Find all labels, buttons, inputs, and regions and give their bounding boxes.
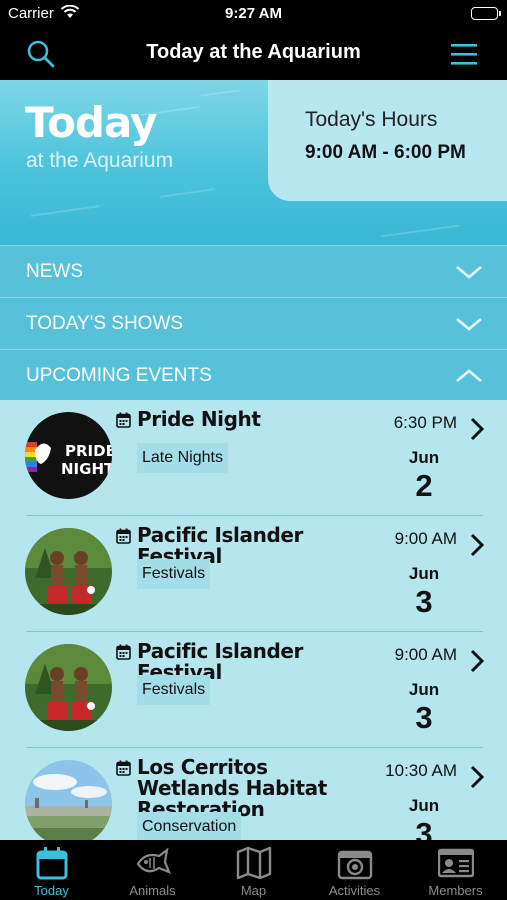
tab-label: Animals <box>129 883 176 898</box>
tab-animals[interactable]: Animals <box>102 840 203 900</box>
event-month: Jun <box>408 680 440 699</box>
event-day: 2 <box>415 468 433 503</box>
tab-members[interactable]: Members <box>405 840 506 900</box>
tab-activities[interactable]: Activities <box>304 840 405 900</box>
chevron-down-icon <box>455 262 483 282</box>
tab-map[interactable]: Map <box>203 840 304 900</box>
event-row[interactable]: Pacific Islander Festival Festivals 9:00… <box>0 632 507 748</box>
event-row[interactable]: Los Cerritos Wetlands Habitat Restoratio… <box>0 748 507 840</box>
event-time: 6:30 PM <box>393 413 457 432</box>
calendar-icon <box>116 644 131 660</box>
accordion-label: UPCOMING EVENTS <box>26 365 212 386</box>
chevron-right-icon <box>469 416 485 442</box>
event-day: 3 <box>415 816 433 840</box>
calendar-icon <box>36 847 68 880</box>
chevron-down-icon <box>455 314 483 334</box>
map-icon <box>236 846 272 880</box>
chevron-right-icon <box>469 764 485 790</box>
status-bar: Carrier 9:27 AM <box>0 0 507 28</box>
event-time: 9:00 AM <box>394 529 457 548</box>
menu-icon[interactable] <box>449 42 479 66</box>
tab-today[interactable]: Today <box>1 840 102 900</box>
event-name: Los Cerritos Wetlands Habitat Restoratio… <box>137 755 327 821</box>
calendar-icon <box>116 412 131 428</box>
event-name: Pride Night <box>137 407 261 431</box>
hero-title: Today <box>25 98 157 147</box>
page-title: Today at the Aquarium <box>146 41 361 63</box>
event-day: 3 <box>415 584 433 619</box>
nav-bar: Today at the Aquarium <box>0 28 507 80</box>
hero-subtitle: at the Aquarium <box>26 149 174 172</box>
hours-value: 9:00 AM - 6:00 PM <box>305 142 466 163</box>
accordion-news[interactable]: NEWS <box>0 245 507 297</box>
event-month: Jun <box>408 796 440 815</box>
event-thumbnail <box>25 760 112 840</box>
tab-label: Map <box>240 883 267 898</box>
event-time: 10:30 AM <box>385 761 457 780</box>
tab-bar: Today Animals Map Activities Members <box>0 840 507 900</box>
event-category: Festivals <box>137 675 211 705</box>
chevron-up-icon <box>455 366 483 386</box>
event-category: Conservation <box>137 812 242 840</box>
chevron-right-icon <box>469 648 485 674</box>
event-time: 9:00 AM <box>394 645 457 664</box>
chevron-right-icon <box>469 532 485 558</box>
fish-icon <box>136 847 171 874</box>
thumb-text-night: NIGHT <box>61 460 112 478</box>
accordion-upcoming-events[interactable]: UPCOMING EVENTS <box>0 349 507 400</box>
battery-icon <box>471 7 501 20</box>
tab-label: Activities <box>328 883 381 898</box>
event-row[interactable]: Pacific Islander Festival Festivals 9:00… <box>0 516 507 632</box>
hero-banner: Today at the Aquarium Today's Hours 9:00… <box>0 80 507 245</box>
accordion-label: NEWS <box>26 261 83 282</box>
hours-card: Today's Hours 9:00 AM - 6:00 PM <box>268 80 507 201</box>
accordion-todays-shows[interactable]: TODAY'S SHOWS <box>0 297 507 349</box>
event-category: Late Nights <box>137 443 228 473</box>
event-category: Festivals <box>137 559 211 589</box>
events-list: PRIDE NIGHT Pride Night Late Nights 6:30… <box>0 400 507 840</box>
event-day: 3 <box>415 700 433 735</box>
event-thumbnail: PRIDE NIGHT <box>25 412 112 499</box>
thumb-text-pride: PRIDE <box>65 442 112 460</box>
event-thumbnail <box>25 644 112 731</box>
accordion-label: TODAY'S SHOWS <box>26 313 184 334</box>
tab-label: Members <box>428 883 483 898</box>
event-month: Jun <box>408 564 440 583</box>
calendar-icon <box>116 528 131 544</box>
camera-icon <box>337 850 373 880</box>
status-time: 9:27 AM <box>225 5 282 22</box>
event-month: Jun <box>408 448 440 467</box>
hours-label: Today's Hours <box>305 108 438 131</box>
member-card-icon <box>438 848 474 878</box>
tab-label: Today <box>34 883 69 898</box>
event-thumbnail <box>25 528 112 615</box>
calendar-icon <box>116 760 131 776</box>
event-row[interactable]: PRIDE NIGHT Pride Night Late Nights 6:30… <box>0 400 507 516</box>
